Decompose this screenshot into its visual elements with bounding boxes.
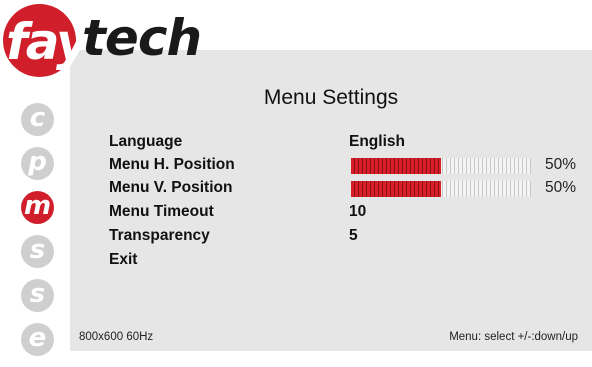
menu-item-label: Menu Timeout bbox=[109, 203, 214, 220]
h-position-slider-fill bbox=[351, 158, 441, 174]
menu-item-exit[interactable]: Exit bbox=[109, 249, 579, 272]
navigation-hint: Menu: select +/-:down/up bbox=[449, 331, 578, 343]
h-position-percent: 50% bbox=[545, 156, 577, 173]
s-circle-icon[interactable]: s bbox=[21, 235, 54, 268]
timeout-value: 10 bbox=[349, 203, 367, 220]
menu-item-label: Transparency bbox=[109, 227, 210, 244]
logo-text-tech: tech bbox=[82, 9, 202, 67]
p-circle-icon[interactable]: p bbox=[21, 147, 54, 180]
resolution-status: 800x600 60Hz bbox=[79, 331, 154, 343]
s-circle-icon[interactable]: s bbox=[21, 279, 54, 312]
m-circle-icon[interactable]: m bbox=[21, 191, 54, 224]
menu-item-label: Exit bbox=[109, 251, 138, 268]
menu-item-label: Language bbox=[109, 133, 183, 150]
v-position-percent: 50% bbox=[545, 179, 577, 196]
language-value: English bbox=[349, 133, 405, 150]
menu-item-transparency[interactable]: Transparency 5 bbox=[109, 225, 579, 248]
v-position-slider[interactable] bbox=[351, 181, 531, 197]
e-circle-icon[interactable]: e bbox=[21, 323, 54, 356]
menu-item-label: Menu V. Position bbox=[109, 179, 233, 196]
menu-item-v-position[interactable]: Menu V. Position 50% bbox=[109, 177, 579, 200]
transparency-value: 5 bbox=[349, 227, 358, 244]
page-title: Menu Settings bbox=[263, 86, 399, 109]
menu-item-h-position[interactable]: Menu H. Position 50% bbox=[109, 154, 579, 177]
h-position-slider[interactable] bbox=[351, 158, 531, 174]
c-circle-icon[interactable]: c bbox=[21, 103, 54, 136]
menu-item-language[interactable]: Language English bbox=[109, 131, 579, 154]
v-position-slider-fill bbox=[351, 181, 441, 197]
menu-item-timeout[interactable]: Menu Timeout 10 bbox=[109, 201, 579, 224]
osd-category-sidebar: c p m s s e bbox=[21, 103, 57, 367]
menu-item-label: Menu H. Position bbox=[109, 156, 235, 173]
